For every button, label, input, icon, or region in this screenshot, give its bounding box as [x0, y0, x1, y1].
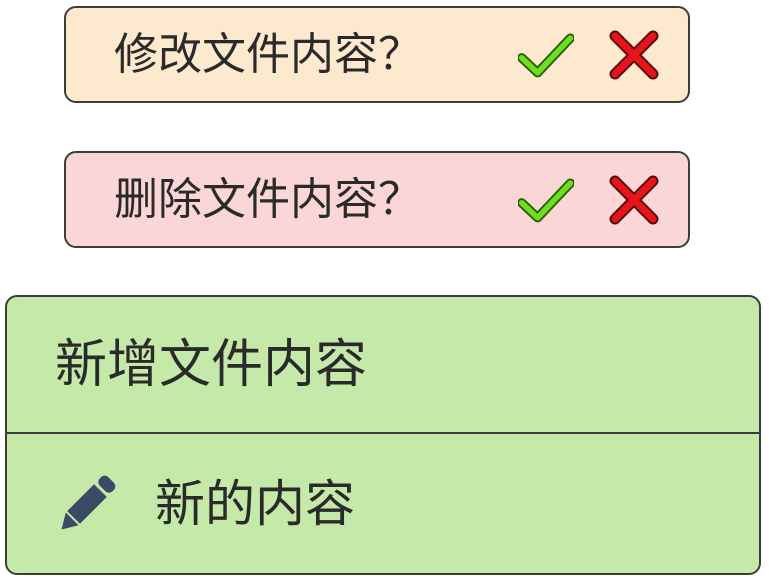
add-panel-title: 新增文件内容 [55, 334, 368, 395]
pencil-icon [61, 475, 116, 530]
new-content-value: 新的内容 [155, 474, 355, 533]
new-content-input[interactable]: 新的内容 [7, 434, 759, 573]
check-icon [518, 178, 574, 222]
close-icon [609, 175, 659, 224]
delete-confirm-button[interactable] [518, 172, 574, 228]
modify-confirm-bar: 修改文件内容？ [64, 6, 690, 103]
modify-cancel-button[interactable] [606, 27, 662, 83]
check-icon [518, 33, 574, 77]
add-panel-header: 新增文件内容 [7, 297, 759, 434]
close-icon [609, 30, 659, 79]
delete-confirm-bar: 删除文件内容？ [64, 151, 690, 248]
delete-cancel-button[interactable] [606, 172, 662, 228]
delete-question: 删除文件内容？ [114, 173, 422, 225]
add-content-panel: 新增文件内容 新的内容 [5, 295, 761, 575]
modify-confirm-button[interactable] [518, 27, 574, 83]
modify-question: 修改文件内容？ [114, 28, 422, 80]
